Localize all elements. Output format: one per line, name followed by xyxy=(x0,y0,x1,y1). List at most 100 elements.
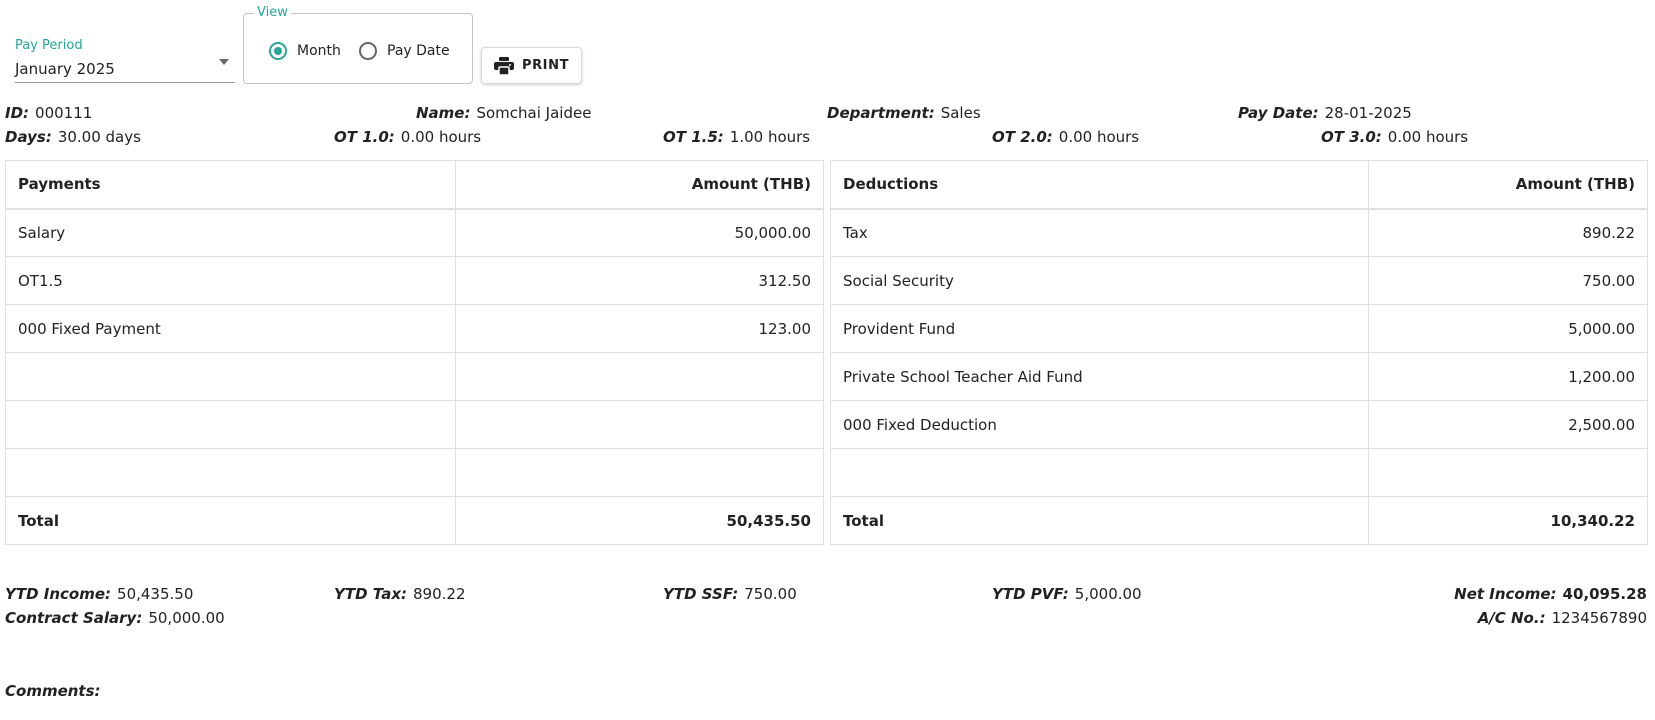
deductions-total-label: Total xyxy=(830,496,1369,545)
net-income-label: Net Income: xyxy=(1454,585,1557,603)
ytd-income: YTD Income: 50,435.50 xyxy=(5,585,193,603)
employee-name-value: Somchai Jaidee xyxy=(476,104,592,122)
table-row: 000 Fixed Deduction 2,500.00 xyxy=(830,400,1648,449)
payment-name xyxy=(5,400,456,449)
table-row: Provident Fund 5,000.00 xyxy=(830,304,1648,353)
employee-id-value: 000111 xyxy=(35,104,93,122)
employee-name-label: Name: xyxy=(416,104,471,122)
contract-salary: Contract Salary: 50,000.00 xyxy=(5,609,225,627)
payment-name: OT1.5 xyxy=(5,256,456,305)
printer-icon xyxy=(493,56,514,75)
account-number: A/C No.: 1234567890 xyxy=(1478,609,1647,627)
employee-pay-date: Pay Date: 28-01-2025 xyxy=(1238,104,1412,122)
view-option-month[interactable]: Month xyxy=(269,42,341,60)
deduction-name: 000 Fixed Deduction xyxy=(830,400,1369,449)
ytd-ssf-value: 750.00 xyxy=(744,585,797,603)
payment-name: Salary xyxy=(5,208,456,257)
ac-no-label: A/C No.: xyxy=(1477,609,1546,627)
deduction-name: Tax xyxy=(830,208,1369,257)
deduction-name: Provident Fund xyxy=(830,304,1369,353)
deduction-amount: 5,000.00 xyxy=(1368,304,1648,353)
payment-name xyxy=(5,352,456,401)
contract-salary-label: Contract Salary: xyxy=(5,609,143,627)
view-option-pay-date-label: Pay Date xyxy=(387,43,450,59)
table-row xyxy=(830,448,1648,497)
ot-3-0-value: 0.00 hours xyxy=(1387,128,1469,146)
payment-name xyxy=(5,448,456,497)
deduction-name xyxy=(830,448,1369,497)
deductions-total-row: Total 10,340.22 xyxy=(830,496,1648,545)
print-button-label: PRINT xyxy=(521,58,570,73)
ytd-tax-value: 890.22 xyxy=(413,585,466,603)
days-value: 30.00 days xyxy=(57,128,141,146)
ytd-ssf: YTD SSF: 750.00 xyxy=(663,585,797,603)
employee-name: Name: Somchai Jaidee xyxy=(416,104,591,122)
payment-name: 000 Fixed Payment xyxy=(5,304,456,353)
view-option-pay-date[interactable]: Pay Date xyxy=(359,42,450,60)
deductions-total-value: 10,340.22 xyxy=(1368,496,1648,545)
pay-date-label: Pay Date: xyxy=(1238,104,1319,122)
ot-1-0-label: OT 1.0: xyxy=(334,128,395,146)
payments-total-row: Total 50,435.50 xyxy=(5,496,824,545)
deductions-header-row: Deductions Amount (THB) xyxy=(830,160,1648,210)
comments: Comments: xyxy=(5,682,107,700)
ot-2-0-value: 0.00 hours xyxy=(1058,128,1140,146)
ac-no-value: 1234567890 xyxy=(1551,609,1647,627)
radio-checked-icon[interactable] xyxy=(269,42,287,60)
deductions-table: Deductions Amount (THB) Tax 890.22 Socia… xyxy=(830,160,1648,545)
deduction-amount: 750.00 xyxy=(1368,256,1648,305)
table-row xyxy=(5,352,824,401)
deduction-amount: 1,200.00 xyxy=(1368,352,1648,401)
payments-total-label: Total xyxy=(5,496,456,545)
deduction-amount xyxy=(1368,448,1648,497)
deduction-name: Social Security xyxy=(830,256,1369,305)
net-income: Net Income: 40,095.28 xyxy=(1454,585,1647,603)
table-row xyxy=(5,400,824,449)
pay-period-value: January 2025 xyxy=(15,60,115,78)
ot-1-5: OT 1.5: 1.00 hours xyxy=(663,128,810,146)
ytd-pvf: YTD PVF: 5,000.00 xyxy=(992,585,1142,603)
print-button[interactable]: PRINT xyxy=(481,47,582,84)
ytd-pvf-label: YTD PVF: xyxy=(992,585,1069,603)
ytd-pvf-value: 5,000.00 xyxy=(1074,585,1142,603)
ot-1-5-value: 1.00 hours xyxy=(729,128,811,146)
table-row xyxy=(5,448,824,497)
ot-2-0: OT 2.0: 0.00 hours xyxy=(992,128,1139,146)
table-row: Tax 890.22 xyxy=(830,208,1648,257)
contract-salary-value: 50,000.00 xyxy=(148,609,225,627)
employee-department-label: Department: xyxy=(827,104,935,122)
ytd-income-label: YTD Income: xyxy=(5,585,112,603)
work-days: Days: 30.00 days xyxy=(5,128,141,146)
employee-department-value: Sales xyxy=(940,104,981,122)
ytd-income-value: 50,435.50 xyxy=(117,585,194,603)
view-label: View xyxy=(254,5,291,20)
table-row: Salary 50,000.00 xyxy=(5,208,824,257)
payments-header-row: Payments Amount (THB) xyxy=(5,160,824,210)
payments-table: Payments Amount (THB) Salary 50,000.00 O… xyxy=(5,160,824,545)
payment-amount: 123.00 xyxy=(455,304,824,353)
ot-3-0-label: OT 3.0: xyxy=(1321,128,1382,146)
comments-label: Comments: xyxy=(5,682,101,700)
ot-1-0: OT 1.0: 0.00 hours xyxy=(334,128,481,146)
ot-1-5-label: OT 1.5: xyxy=(663,128,724,146)
pay-period-select[interactable]: Pay Period January 2025 xyxy=(15,38,235,83)
ytd-ssf-label: YTD SSF: xyxy=(663,585,739,603)
ytd-tax: YTD Tax: 890.22 xyxy=(334,585,466,603)
table-row: 000 Fixed Payment 123.00 xyxy=(5,304,824,353)
table-row: OT1.5 312.50 xyxy=(5,256,824,305)
payment-amount: 50,000.00 xyxy=(455,208,824,257)
deduction-amount: 2,500.00 xyxy=(1368,400,1648,449)
payment-amount xyxy=(455,352,824,401)
payment-amount: 312.50 xyxy=(455,256,824,305)
deductions-header: Deductions xyxy=(830,160,1369,210)
deduction-name: Private School Teacher Aid Fund xyxy=(830,352,1369,401)
employee-department: Department: Sales xyxy=(827,104,981,122)
table-row: Private School Teacher Aid Fund 1,200.00 xyxy=(830,352,1648,401)
deductions-amount-header: Amount (THB) xyxy=(1368,160,1648,210)
payments-total-value: 50,435.50 xyxy=(455,496,824,545)
payments-header: Payments xyxy=(5,160,456,210)
caret-down-icon[interactable] xyxy=(219,59,229,65)
ytd-tax-label: YTD Tax: xyxy=(334,585,408,603)
radio-unchecked-icon[interactable] xyxy=(359,42,377,60)
payment-amount xyxy=(455,448,824,497)
